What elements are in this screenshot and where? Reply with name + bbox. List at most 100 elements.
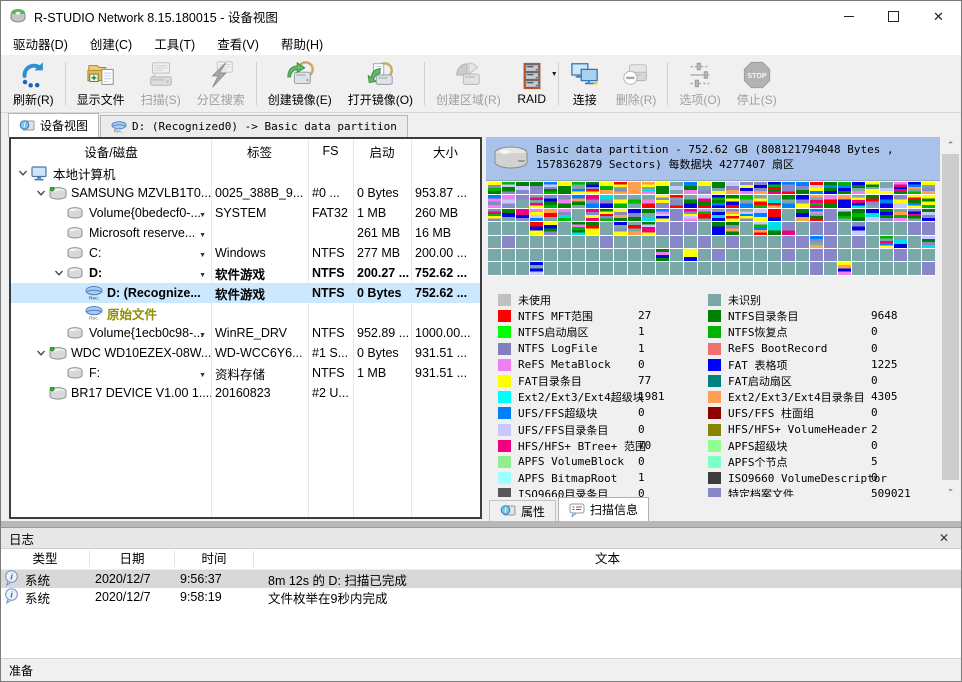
tree-col-size[interactable]: 大小 [411, 142, 480, 161]
toolbar-button-stop[interactable]: STOP停止(S) [729, 55, 785, 112]
expand-chevron-icon[interactable] [33, 189, 49, 197]
toolbar-button-refresh[interactable]: 刷新(R) [5, 55, 62, 112]
tree-cell-fs: #0 ... [308, 186, 353, 200]
menu-item-4[interactable]: 帮助(H) [270, 30, 334, 57]
legend-swatch [498, 359, 511, 371]
log-cell-type: i系统 [1, 588, 90, 607]
log-close-button[interactable]: ✕ [935, 531, 953, 545]
tree-row[interactable]: Microsoft reserve...▼261 MB16 MB [11, 223, 480, 243]
toolbar-button-options[interactable]: 选项(O) [671, 55, 728, 112]
menu-item-3[interactable]: 查看(V) [206, 30, 270, 57]
toolbar-button-create-image[interactable]: 创建镜像(E) [260, 55, 340, 112]
tab-device-view[interactable]: i 设备视图 [8, 113, 99, 137]
tree-row[interactable]: WDC WD10EZEX-08W...WD-WCC6Y6...#1 S...0 … [11, 343, 480, 363]
map-block [754, 262, 767, 274]
legend-count: 77 [638, 374, 651, 387]
tree-col-label[interactable]: 标签 [211, 142, 308, 161]
log-row[interactable]: i系统2020/12/79:56:378m 12s 的 D: 扫描已完成 [1, 570, 961, 588]
tree-cell-size: 1000.00... [411, 326, 480, 340]
expand-chevron-icon[interactable] [15, 169, 31, 177]
device-dropdown-arrow-icon[interactable]: ▼ [199, 232, 206, 239]
legend-count: 1 [638, 471, 645, 484]
scroll-thumb[interactable] [942, 154, 959, 480]
tree-row[interactable]: Volume{1ecb0c98-...▼WinRE_DRVNTFS952.89 … [11, 323, 480, 343]
menu-item-1[interactable]: 创建(C) [79, 30, 143, 57]
menu-item-0[interactable]: 驱动器(D) [2, 30, 79, 57]
map-block [740, 249, 753, 261]
tree-row[interactable]: Rec.原始文件 [11, 303, 480, 323]
close-button[interactable]: ✕ [916, 1, 961, 31]
tree-row[interactable]: SAMSUNG MZVLB1T0...0025_388B_9...#0 ...0… [11, 183, 480, 203]
map-block [572, 182, 585, 194]
device-dropdown-arrow-icon[interactable]: ▼ [199, 372, 206, 379]
map-block [586, 182, 599, 194]
log-col-time[interactable]: 时间 [175, 551, 254, 567]
tree-col-start[interactable]: 启动 [353, 142, 411, 161]
legend-label: NTFS MFT范围 [518, 308, 593, 324]
tree-row[interactable]: Rec.D: (Recognize...软件游戏NTFS0 Bytes752.6… [11, 283, 480, 303]
toolbar-button-scan[interactable]: 扫描(S) [133, 55, 189, 112]
map-block [712, 182, 725, 194]
legend-swatch [708, 488, 721, 497]
legend-swatch [708, 326, 721, 338]
toolbar-button-partition-search[interactable]: 分区搜索 [189, 55, 253, 112]
tree-cell-fs: NTFS [308, 366, 353, 380]
maximize-button[interactable] [871, 1, 916, 31]
toolbar-button-show-files[interactable]: 显示文件 [69, 55, 133, 112]
legend-item: Ext2/Ext3/Ext4超级块1981 [498, 389, 703, 405]
tree-cell-label: 软件游戏 [211, 264, 308, 283]
disk-icon [49, 187, 68, 200]
tab-properties[interactable]: i 属性 [489, 500, 556, 521]
toolbar-button-raid[interactable]: RAID▼ [509, 55, 555, 112]
tree-row[interactable]: C:▼WindowsNTFS277 MB200.00 ... [11, 243, 480, 263]
expand-chevron-icon[interactable] [33, 349, 49, 357]
rec-icon: Rec. [85, 306, 104, 320]
device-name: SAMSUNG MZVLB1T0... [71, 186, 211, 200]
tree-cell-device: Microsoft reserve...▼ [11, 226, 211, 240]
toolbar-button-delete[interactable]: 删除(R) [608, 55, 665, 112]
tree-cell-fs: NTFS [308, 266, 353, 280]
toolbar-button-create-region[interactable]: 创建区域(R) [428, 55, 509, 112]
map-block [866, 182, 879, 194]
tree-col-device[interactable]: 设备/磁盘 [11, 142, 211, 161]
scroll-up-arrow-icon[interactable]: ⌃ [942, 137, 959, 154]
legend-swatch [498, 294, 511, 306]
tree-col-fs[interactable]: FS [308, 144, 353, 158]
log-row[interactable]: i系统2020/12/79:58:19文件枚举在9秒内完成 [1, 588, 961, 606]
minimize-button[interactable] [826, 1, 871, 31]
dropdown-arrow-icon[interactable]: ▼ [551, 71, 558, 78]
legend-item: NTFS恢复点0 [708, 324, 940, 340]
legend-swatch [498, 391, 511, 403]
log-col-date[interactable]: 日期 [90, 551, 175, 567]
device-dropdown-arrow-icon[interactable]: ▼ [199, 252, 206, 259]
tree-row[interactable]: BR17 DEVICE V1.00 1....20160823#2 U... [11, 383, 480, 403]
map-block [908, 236, 921, 248]
device-dropdown-arrow-icon[interactable]: ▼ [199, 212, 206, 219]
device-dropdown-arrow-icon[interactable]: ▼ [199, 332, 206, 339]
map-block [894, 236, 907, 248]
toolbar-button-open-image[interactable]: 打开镜像(O) [340, 55, 421, 112]
log-col-text[interactable]: 文本 [254, 551, 961, 567]
log-splitter[interactable] [1, 521, 961, 528]
toolbar-button-connect[interactable]: 连接 [562, 55, 608, 112]
tree-row[interactable]: Volume{0bedecf0-...▼SYSTEMFAT321 MB260 M… [11, 203, 480, 223]
device-dropdown-arrow-icon[interactable]: ▼ [199, 272, 206, 279]
map-block [824, 222, 837, 234]
map-block [810, 195, 823, 207]
log-col-type[interactable]: 类型 [1, 551, 90, 567]
map-block [558, 209, 571, 221]
menu-item-2[interactable]: 工具(T) [143, 30, 206, 57]
app-window: R-STUDIO Network 8.15.180015 - 设备视图 ✕ 驱动… [0, 0, 962, 682]
expand-chevron-icon[interactable] [51, 269, 67, 277]
tree-cell-start: 0 Bytes [353, 346, 411, 360]
tree-row[interactable]: D:▼软件游戏NTFS200.27 ...752.62 ... [11, 263, 480, 283]
volume-icon [67, 267, 86, 279]
scan-scrollbar[interactable]: ⌃ ⌄ [942, 137, 959, 497]
scroll-down-arrow-icon[interactable]: ⌄ [942, 480, 959, 497]
tab-partition[interactable]: Rec. D: (Recognized0) -> Basic data part… [100, 115, 408, 137]
tab-scan-info[interactable]: 扫描信息 [558, 497, 649, 521]
map-block [670, 209, 683, 221]
map-block [502, 195, 515, 207]
tree-row[interactable]: F:▼资料存储NTFS1 MB931.51 ... [11, 363, 480, 383]
tree-row[interactable]: 本地计算机 [11, 163, 480, 183]
